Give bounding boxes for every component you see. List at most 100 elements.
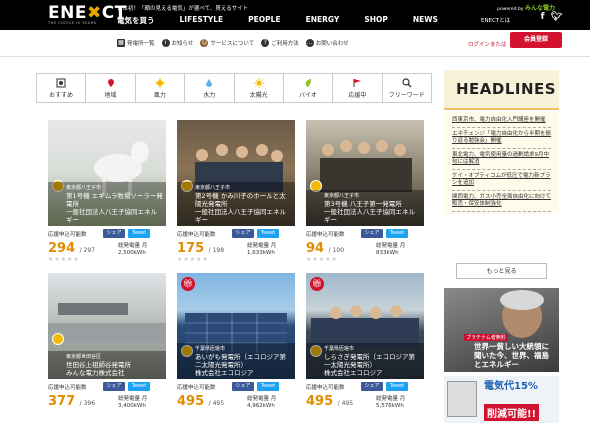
nav-energy[interactable]: ENERGY (306, 15, 340, 26)
savings-line1: 電気代15% (484, 381, 538, 392)
facebook-share-button[interactable]: シェア (232, 382, 254, 391)
headline-item[interactable]: 東北電力、電気使用量の過剰請求9月中旬には解消 (452, 149, 551, 170)
plant-card[interactable]: 東京都世田谷区 世田谷上祖師谷発電所 みんな電力株式会社 応援申込可能数 シェア… (48, 273, 166, 415)
share-row: 応援申込可能数 シェア Tweet (306, 382, 424, 392)
bio-icon (305, 79, 312, 87)
nav-shop[interactable]: SHOP (364, 15, 388, 26)
sublink-contact[interactable]: … お問い合わせ (305, 39, 349, 47)
facebook-share-button[interactable]: シェア (361, 382, 383, 391)
sublink-news[interactable]: i お知らせ (161, 39, 193, 47)
nav-lifestyle[interactable]: LIFESTYLE (180, 15, 224, 26)
headline-item[interactable]: エネチェンジ「電力自由化から半期を振り返る勉強会」開催 (452, 128, 551, 149)
share-row: 応援申込可能数 シェア Tweet (177, 382, 295, 392)
rating-stars: ★★★★★ (177, 256, 209, 263)
solar-badge-icon (52, 333, 64, 345)
nav-buy[interactable]: 電気を買う (117, 15, 155, 26)
nav-news[interactable]: NEWS (413, 15, 438, 26)
facebook-icon[interactable]: f (541, 12, 545, 22)
tweet-button[interactable]: Tweet (128, 382, 150, 391)
more-button[interactable]: もっと見る (456, 263, 547, 279)
facebook-share-button[interactable]: シェア (232, 229, 254, 238)
social-links: f 🐦︎ (541, 12, 562, 22)
share-row: 応援申込可能数 シェア Tweet (177, 229, 295, 239)
plant-photo[interactable]: 🎁︎ 千葉県匝瑳市 あいがも発電所（エコロジア第二太陽光発電所） 株式会社エコロ… (177, 273, 295, 379)
plant-card[interactable]: 東京都八王子市 第3号機 八王子第一発電所 一般社団法人八王子協同エネルギー 応… (306, 120, 424, 263)
plant-photo[interactable]: 東京都八王子市 第3号機 八王子第一発電所 一般社団法人八王子協同エネルギー (306, 120, 424, 226)
headlines-header: HEADLINES (444, 70, 559, 110)
meter-image (447, 381, 477, 417)
water-icon (206, 79, 213, 87)
tweet-button[interactable]: Tweet (257, 229, 279, 238)
share-row: 応援申込可能数 シェア Tweet (48, 229, 166, 239)
support-count: 175 / 198 (177, 241, 225, 256)
plant-card[interactable]: 東京都八王子市 第1号機 エギムラ牧場ソーラー発電所 一般社団法人八王子協同エネ… (48, 120, 166, 263)
plant-info-overlay: 千葉県匝瑳市 しらさぎ発電所（エコロジア第一太陽光発電所） 株式会社エコロジア (306, 343, 424, 379)
nav-people[interactable]: PEOPLE (248, 15, 280, 26)
top-header: ENE✖CT THE CHOICE IS YOURS 日本初！「顔の見える電気」… (0, 0, 590, 30)
headlines-list: 西東京市、電力自由化入門講座を開催 エネチェンジ「電力自由化から半期を振り返る勉… (444, 112, 559, 214)
site-logo[interactable]: ENE✖CT (48, 3, 127, 23)
cat-recommend[interactable]: おすすめ (37, 74, 87, 102)
sub-links: ▦ 発電所一覧 i お知らせ ☺ サービスについて ? ご利用方法 … お問い合わせ (117, 39, 356, 47)
rating-stars: ★★★★★ (306, 256, 338, 263)
tweet-button[interactable]: Tweet (128, 229, 150, 238)
plant-photo[interactable]: 東京都八王子市 第1号機 エギムラ牧場ソーラー発電所 一般社団法人八王子協同エネ… (48, 120, 166, 226)
facebook-share-button[interactable]: シェア (361, 229, 383, 238)
sublink-howto[interactable]: ? ご利用方法 (261, 39, 299, 47)
recommend-icon (56, 78, 66, 88)
sublink-plants[interactable]: ▦ 発電所一覧 (117, 39, 155, 47)
sublink-service[interactable]: ☺ サービスについて (200, 39, 254, 47)
twitter-icon[interactable]: 🐦︎ (551, 12, 562, 22)
plant-info-overlay: 東京都八王子市 第2号機 かみ川子のホールと太陽光発電所 一般社団法人八王子協同… (177, 182, 295, 226)
cat-water[interactable]: 水力 (185, 74, 235, 102)
help-icon: ? (261, 39, 270, 47)
plant-info-overlay: 東京都世田谷区 世田谷上祖師谷発電所 みんな電力株式会社 (48, 351, 166, 379)
plant-card[interactable]: 🎁︎ 千葉県匝瑳市 しらさぎ発電所（エコロジア第一太陽光発電所） 株式会社エコロ… (306, 273, 424, 415)
plant-card[interactable]: 🎁︎ 千葉県匝瑳市 あいがも発電所（エコロジア第二太陽光発電所） 株式会社エコロ… (177, 273, 295, 415)
sub-nav-bar: ▦ 発電所一覧 i お知らせ ☺ サービスについて ? ご利用方法 … お問い合わせ ログ… (0, 30, 590, 57)
share-row: 応援申込可能数 シェア Tweet (306, 229, 424, 239)
capacity-info: 総発電量 月 1,633kWh (247, 243, 277, 256)
support-count: 294 / 297 (48, 241, 96, 256)
capacity-info: 総発電量 月 5,576kWh (376, 396, 406, 409)
plant-photo[interactable]: 東京都世田谷区 世田谷上祖師谷発電所 みんな電力株式会社 (48, 273, 166, 379)
cat-support[interactable]: 応援中 (333, 74, 383, 102)
capacity-info: 総発電量 月 3,400kWh (118, 396, 148, 409)
headline-item[interactable]: ケイ・オプティコムが低圧で電力新プランを追加 (452, 170, 551, 191)
banner-badge: プラチナム者無料 (464, 334, 508, 341)
cat-wind[interactable]: 風力 (136, 74, 186, 102)
main-nav: 電気を買う LIFESTYLE PEOPLE ENERGY SHOP NEWS (117, 15, 438, 26)
cat-solar[interactable]: 太陽光 (235, 74, 284, 102)
support-count: 377 / 396 (48, 394, 96, 409)
login-link[interactable]: ログインまたは (468, 40, 507, 48)
plant-card[interactable]: 東京都八王子市 第2号機 かみ川子のホールと太陽光発電所 一般社団法人八王子協同… (177, 120, 295, 263)
capacity-info: 総発電量 月 833kWh (376, 243, 406, 256)
search-icon (402, 78, 412, 88)
chat-icon: … (305, 39, 314, 47)
facebook-share-button[interactable]: シェア (103, 229, 125, 238)
plant-photo[interactable]: 🎁︎ 千葉県匝瑳市 しらさぎ発電所（エコロジア第一太陽光発電所） 株式会社エコロ… (306, 273, 424, 379)
savings-line2: 削減可能!! (484, 404, 540, 421)
support-count: 495 / 495 (306, 394, 354, 409)
cat-bio[interactable]: バイオ (284, 74, 334, 102)
cat-freeword[interactable]: フリーワード (383, 74, 431, 102)
cat-region[interactable]: 地域 (86, 74, 136, 102)
headline-item[interactable]: 西東京市、電力自由化入門講座を開催 (452, 114, 551, 128)
facebook-share-button[interactable]: シェア (103, 382, 125, 391)
headlines-title: HEADLINES (456, 80, 557, 98)
capacity-info: 総発電量 月 2,500kWh (118, 243, 148, 256)
tweet-button[interactable]: Tweet (257, 382, 279, 391)
headline-item[interactable]: 関西電力、ガス小売全面自由化に向けて販売・保安体制強化 (452, 191, 551, 212)
feature-banner[interactable]: プラチナム者無料 世界一貧しい大統領に聞いた今、世界、福島とエネルギー (444, 288, 559, 372)
banner-text: 世界一貧しい大統領に聞いた今、世界、福島とエネルギー (474, 342, 549, 369)
tweet-button[interactable]: Tweet (386, 382, 408, 391)
wind-icon (154, 78, 165, 88)
gift-icon: 🎁︎ (181, 277, 195, 291)
register-button[interactable]: 会員登録 (510, 32, 562, 48)
savings-banner[interactable]: 電気代15% 削減可能!! (444, 376, 559, 423)
tagline: 日本初！「顔の見える電気」が選べて、買えるサイト (117, 6, 249, 12)
plant-photo[interactable]: 東京都八王子市 第2号機 かみ川子のホールと太陽光発電所 一般社団法人八王子協同… (177, 120, 295, 226)
service-icon: ☺ (200, 39, 209, 47)
tweet-button[interactable]: Tweet (386, 229, 408, 238)
about-link[interactable]: ENECTとは (481, 16, 510, 24)
